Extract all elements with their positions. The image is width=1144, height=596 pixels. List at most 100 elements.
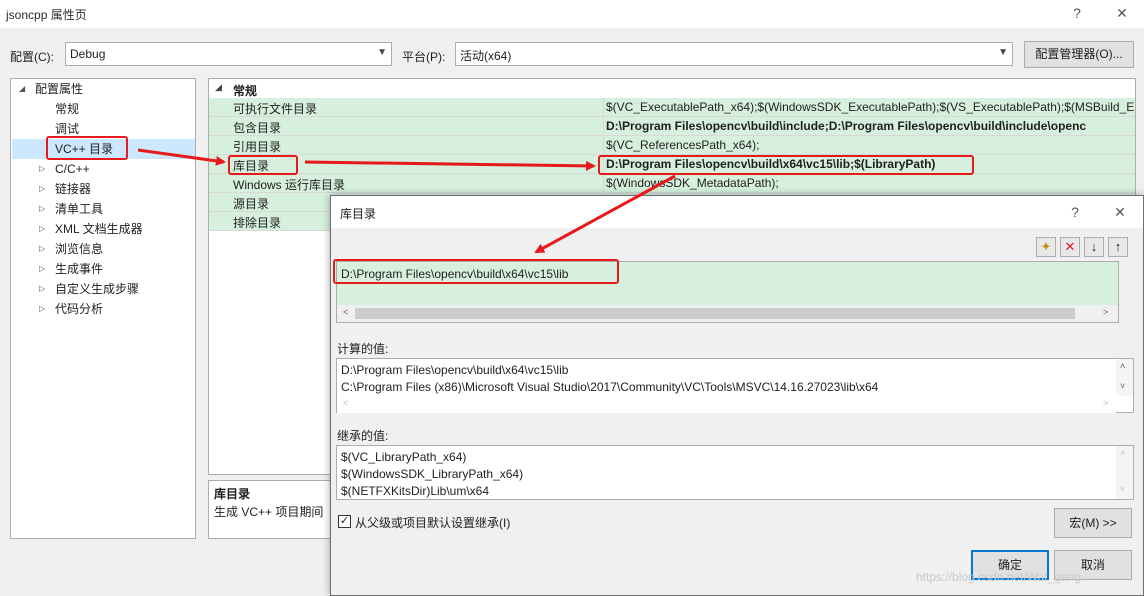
tree-item-xml-doc-generator[interactable]: ▷ XML 文档生成器: [11, 219, 195, 239]
collapsed-triangle-icon[interactable]: ▷: [39, 199, 51, 219]
property-row[interactable]: 可执行文件目录 $(VC_ExecutablePath_x64);$(Windo…: [209, 98, 1135, 117]
dialog-title: 库目录: [340, 207, 377, 221]
tree-item-custom-build-step[interactable]: ▷ 自定义生成步骤: [11, 279, 195, 299]
tree-item-label: 链接器: [55, 182, 92, 196]
property-value[interactable]: $(WindowsSDK_MetadataPath);: [603, 174, 1135, 193]
annotation-box-library-key: [228, 155, 298, 175]
property-key: 包含目录: [233, 121, 282, 135]
dialog-title-bar: 库目录 ? ✕: [331, 196, 1143, 228]
inherited-item: $(NETFXKitsDir)Lib\um\x64: [341, 484, 490, 498]
scroll-down-icon[interactable]: ˅: [1120, 381, 1125, 391]
macros-button[interactable]: 宏(M) >>: [1054, 508, 1132, 538]
tree-item-label: 清单工具: [55, 202, 104, 216]
property-key: 源目录: [233, 197, 270, 211]
property-value[interactable]: $(VC_ReferencesPath_x64);: [603, 136, 1135, 155]
config-label: 配置(C):: [10, 50, 54, 64]
scroll-left-icon[interactable]: <: [343, 398, 348, 408]
inherited-label: 继承的值:: [337, 429, 389, 443]
move-down-icon[interactable]: ↓: [1084, 237, 1104, 257]
scroll-thumb[interactable]: [355, 308, 1075, 319]
collapsed-triangle-icon[interactable]: ▷: [39, 279, 51, 299]
property-row[interactable]: 引用目录 $(VC_ReferencesPath_x64);: [209, 136, 1135, 155]
tree-item-manifest-tool[interactable]: ▷ 清单工具: [11, 199, 195, 219]
platform-label: 平台(P):: [402, 50, 446, 64]
description-title: 库目录: [214, 487, 251, 501]
collapsed-triangle-icon[interactable]: ▷: [39, 259, 51, 279]
tree-root-label: 配置属性: [35, 82, 84, 96]
category-header[interactable]: ◢ 常规: [209, 81, 1135, 99]
config-dropdown[interactable]: Debug ▼: [65, 42, 392, 66]
property-key: 引用目录: [233, 140, 282, 154]
delete-icon[interactable]: ✕: [1060, 237, 1080, 257]
property-row[interactable]: 包含目录 D:\Program Files\opencv\build\inclu…: [209, 117, 1135, 136]
property-row[interactable]: Windows 运行库目录 $(WindowsSDK_MetadataPath)…: [209, 174, 1135, 193]
scroll-up-icon[interactable]: ˄: [1120, 361, 1125, 371]
evaluated-list: D:\Program Files\opencv\build\x64\vc15\l…: [336, 358, 1134, 413]
entries-hscrollbar[interactable]: < >: [337, 305, 1118, 322]
property-key: Windows 运行库目录: [233, 178, 346, 192]
property-key: 排除目录: [233, 216, 282, 230]
property-key: 可执行文件目录: [233, 102, 318, 116]
close-button[interactable]: ✕: [1111, 4, 1133, 22]
scroll-right-icon[interactable]: >: [1103, 307, 1108, 317]
tree-item-label: XML 文档生成器: [55, 222, 143, 236]
scroll-up-icon[interactable]: ˄: [1120, 448, 1125, 458]
collapsed-triangle-icon[interactable]: ▷: [39, 179, 51, 199]
inherited-item: $(VC_LibraryPath_x64): [341, 450, 467, 464]
tree-item-general[interactable]: 常规: [11, 99, 195, 119]
collapsed-triangle-icon[interactable]: ▷: [39, 239, 51, 259]
annotation-box-entry: [333, 259, 619, 284]
inherit-checkbox[interactable]: ✓: [338, 515, 351, 528]
property-value[interactable]: $(VC_ExecutablePath_x64);$(WindowsSDK_Ex…: [603, 98, 1135, 117]
scroll-left-icon[interactable]: <: [343, 307, 348, 317]
annotation-box-vc-directories: [46, 136, 128, 160]
dialog-help-button[interactable]: ?: [1064, 203, 1086, 221]
inherited-vscrollbar[interactable]: ˄ ˅: [1116, 446, 1133, 499]
tree-item-label: 自定义生成步骤: [55, 282, 140, 296]
tree-item-label: 代码分析: [55, 302, 104, 316]
window-title: jsoncpp 属性页: [6, 8, 87, 22]
evaluated-item: C:\Program Files (x86)\Microsoft Visual …: [341, 380, 879, 394]
evaluated-hscrollbar[interactable]: < >: [337, 396, 1116, 413]
move-up-icon[interactable]: ↑: [1108, 237, 1128, 257]
configuration-manager-button[interactable]: 配置管理器(O)...: [1024, 41, 1134, 68]
config-value: Debug: [70, 47, 106, 61]
evaluated-vscrollbar[interactable]: ˄ ˅: [1116, 359, 1133, 396]
category-label: 常规: [233, 84, 258, 98]
collapsed-triangle-icon[interactable]: ▷: [39, 299, 51, 319]
tree-item-label: 常规: [55, 102, 80, 116]
tree-item-code-analysis[interactable]: ▷ 代码分析: [11, 299, 195, 319]
expanded-triangle-icon: ◢: [19, 84, 26, 93]
tree-item-build-events[interactable]: ▷ 生成事件: [11, 259, 195, 279]
tree-item-browse-information[interactable]: ▷ 浏览信息: [11, 239, 195, 259]
collapsed-triangle-icon[interactable]: ▷: [39, 219, 51, 239]
help-button[interactable]: ?: [1066, 4, 1088, 22]
tree-item-linker[interactable]: ▷ 链接器: [11, 179, 195, 199]
platform-dropdown[interactable]: 活动(x64) ▼: [455, 42, 1013, 66]
tree-item-c-cpp[interactable]: ▷ C/C++: [11, 159, 195, 179]
tree-item-label: 生成事件: [55, 262, 104, 276]
inherit-checkbox-label[interactable]: 从父级或项目默认设置继承(I): [355, 514, 510, 531]
watermark: https://blog.csdn.net/Wat_gang: [916, 570, 1081, 584]
chevron-down-icon: ▼: [998, 47, 1008, 58]
annotation-box-library-value: [598, 155, 974, 175]
library-directories-dialog: 库目录 ? ✕ ✦ ✕ ↓ ↑ D:\Program Files\opencv\…: [330, 195, 1144, 596]
expanded-triangle-icon: ◢: [215, 82, 222, 92]
platform-value: 活动(x64): [460, 49, 512, 63]
description-body: 生成 VC++ 项目期间: [214, 505, 324, 519]
inherited-item: $(WindowsSDK_LibraryPath_x64): [341, 467, 524, 481]
chevron-down-icon: ▼: [377, 47, 387, 58]
title-bar: jsoncpp 属性页 ? ✕: [0, 0, 1144, 28]
tree-item-label: 浏览信息: [55, 242, 104, 256]
new-line-icon[interactable]: ✦: [1036, 237, 1056, 257]
evaluated-item: D:\Program Files\opencv\build\x64\vc15\l…: [341, 363, 569, 377]
property-value[interactable]: D:\Program Files\opencv\build\include;D:…: [603, 117, 1135, 136]
tree-root-item[interactable]: ◢ 配置属性: [11, 79, 195, 99]
tree-item-label: C/C++: [55, 162, 90, 176]
evaluated-label: 计算的值:: [337, 342, 389, 356]
inherited-list: $(VC_LibraryPath_x64) $(WindowsSDK_Libra…: [336, 445, 1134, 500]
dialog-close-button[interactable]: ✕: [1109, 203, 1131, 221]
collapsed-triangle-icon[interactable]: ▷: [39, 159, 51, 179]
scroll-down-icon[interactable]: ˅: [1120, 484, 1125, 494]
scroll-right-icon[interactable]: >: [1103, 398, 1108, 408]
